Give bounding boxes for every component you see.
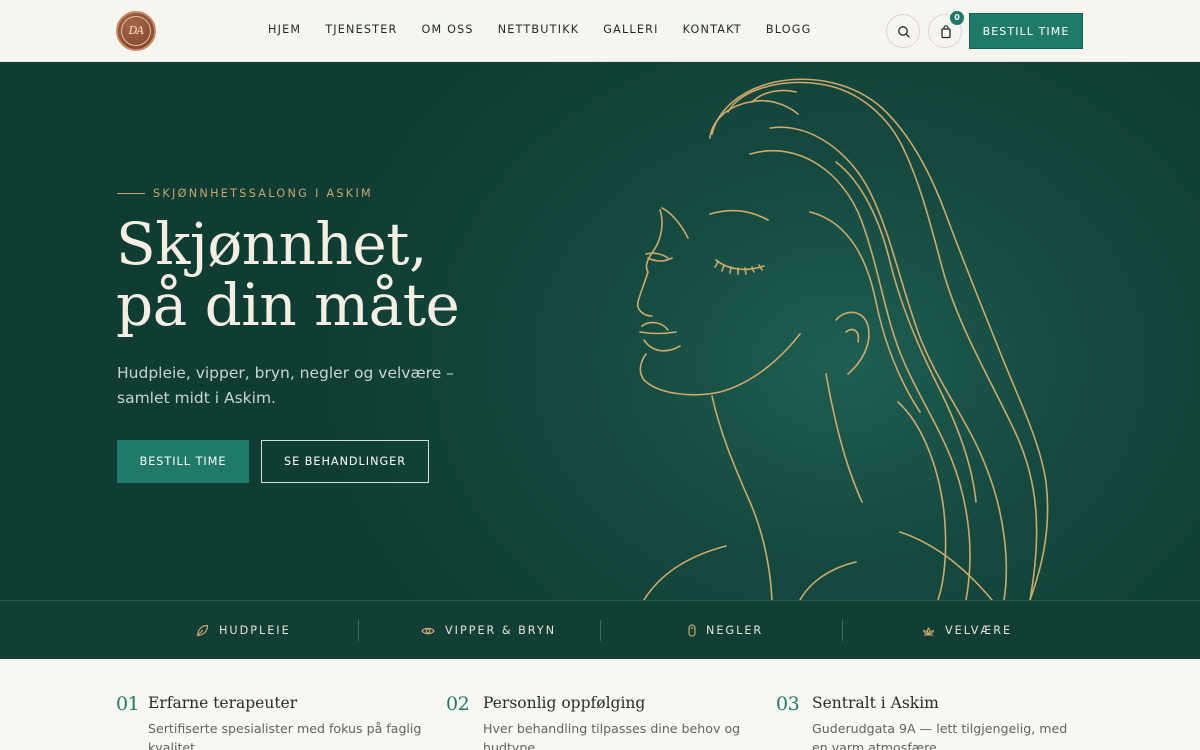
feature-title: Sentralt i Askim [812, 694, 939, 712]
book-appointment-button[interactable]: BESTILL TIME [969, 13, 1083, 49]
nav-item-galleri[interactable]: GALLERI [603, 23, 658, 36]
lotus-icon [922, 626, 935, 636]
hero-book-button[interactable]: BESTILL TIME [117, 440, 249, 483]
nav-item-blogg[interactable]: BLOGG [766, 23, 812, 36]
category-label: NEGLER [706, 624, 764, 637]
category-strip: HUDPLEIE VIPPER & BRYN NEGLER VELVÆRE [0, 600, 1200, 659]
category-divider [358, 620, 359, 641]
nav-item-om-oss[interactable]: OM OSS [421, 23, 473, 36]
feature-text: Sertifiserte spesialister med fokus på f… [148, 721, 422, 750]
nav-item-hjem[interactable]: HJEM [268, 23, 301, 36]
category-label: HUDPLEIE [219, 624, 291, 637]
category-vipper-bryn[interactable]: VIPPER & BRYN [421, 601, 556, 660]
hero-title-line-1: Skjønnhet, [116, 210, 427, 278]
search-icon [898, 26, 910, 38]
category-label: VIPPER & BRYN [445, 624, 557, 637]
category-divider [600, 620, 601, 641]
category-divider [842, 620, 843, 641]
logo-monogram: DA [121, 16, 151, 46]
hero-title: Skjønnhet, på din måte [116, 214, 596, 336]
woman-profile-illustration [636, 78, 1049, 600]
feature-number: 01 [116, 693, 140, 715]
nav-item-kontakt[interactable]: KONTAKT [683, 23, 742, 36]
category-negler[interactable]: NEGLER [688, 601, 763, 660]
feature-number: 02 [446, 693, 470, 715]
features-section: 01 Erfarne terapeuter Sertifiserte spesi… [0, 659, 1200, 750]
hero-title-line-2: på din måte [116, 271, 460, 339]
eye-icon [421, 627, 435, 634]
site-header: DA HJEM TJENESTER OM OSS NETTBUTIKK GALL… [0, 0, 1200, 62]
hero-section: SKJØNNHETSSALONG I ASKIM Skjønnhet, på d… [0, 62, 1200, 600]
nav-item-tjenester[interactable]: TJENESTER [325, 23, 397, 36]
feature-title: Erfarne terapeuter [148, 694, 298, 712]
category-hudpleie[interactable]: HUDPLEIE [196, 601, 291, 660]
hero-treatments-button[interactable]: SE BEHANDLINGER [261, 440, 429, 483]
category-label: VELVÆRE [945, 624, 1013, 637]
main-nav: HJEM TJENESTER OM OSS NETTBUTIKK GALLERI… [268, 23, 811, 36]
nav-item-nettbutikk[interactable]: NETTBUTIKK [498, 23, 580, 36]
salon-logo[interactable]: DA [116, 11, 156, 51]
feature-text: Hver behandling tilpasses dine behov og … [483, 721, 741, 750]
nail-icon [688, 624, 696, 637]
feature-text: Guderudgata 9A — lett tilgjengelig, med … [812, 721, 1068, 750]
hero-eyebrow: SKJØNNHETSSALONG I ASKIM [153, 187, 373, 200]
leaf-icon [196, 624, 209, 637]
hero-subtitle: Hudpleie, vipper, bryn, negler og velvær… [117, 364, 454, 407]
search-button[interactable] [886, 14, 920, 48]
cart-count-badge: 0 [950, 11, 964, 25]
feature-title: Personlig oppfølging [483, 694, 646, 712]
eyebrow-divider [117, 193, 145, 194]
feature-number: 03 [776, 693, 800, 715]
category-velvaere[interactable]: VELVÆRE [922, 601, 1012, 660]
